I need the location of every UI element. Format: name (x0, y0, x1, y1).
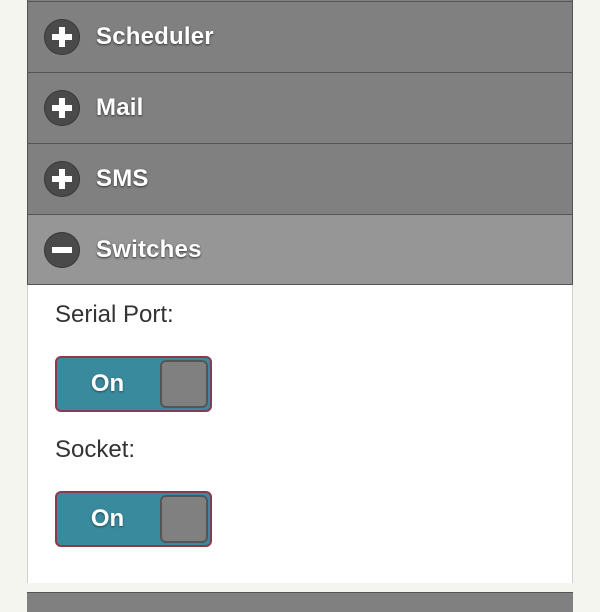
plus-icon (44, 90, 80, 126)
toggle-knob[interactable] (160, 360, 208, 408)
accordion-header-label: Switches (96, 235, 202, 263)
serial-port-toggle[interactable]: On (55, 356, 212, 412)
accordion: Scheduler Mail SMS Switches Serial Port:… (27, 0, 573, 583)
accordion-header-mail[interactable]: Mail (27, 72, 573, 143)
socket-label: Socket: (55, 436, 136, 463)
minus-icon (44, 231, 80, 268)
socket-toggle-state: On (90, 505, 125, 532)
accordion-header-next[interactable] (27, 592, 573, 612)
accordion-header-switches[interactable]: Switches (27, 214, 573, 285)
plus-icon (44, 19, 80, 55)
plus-icon (44, 161, 80, 197)
serial-port-toggle-state: On (90, 370, 125, 397)
accordion-header-sms[interactable]: SMS (27, 143, 573, 214)
serial-port-label: Serial Port: (55, 301, 174, 328)
accordion-header-label: Mail (96, 94, 144, 121)
accordion-header-label: Scheduler (96, 23, 214, 50)
accordion-header-label: SMS (96, 165, 149, 192)
toggle-knob[interactable] (160, 495, 208, 543)
socket-toggle[interactable]: On (55, 491, 212, 547)
switches-panel-body: Serial Port: On Socket: On (27, 285, 573, 583)
accordion-header-scheduler[interactable]: Scheduler (27, 1, 573, 72)
